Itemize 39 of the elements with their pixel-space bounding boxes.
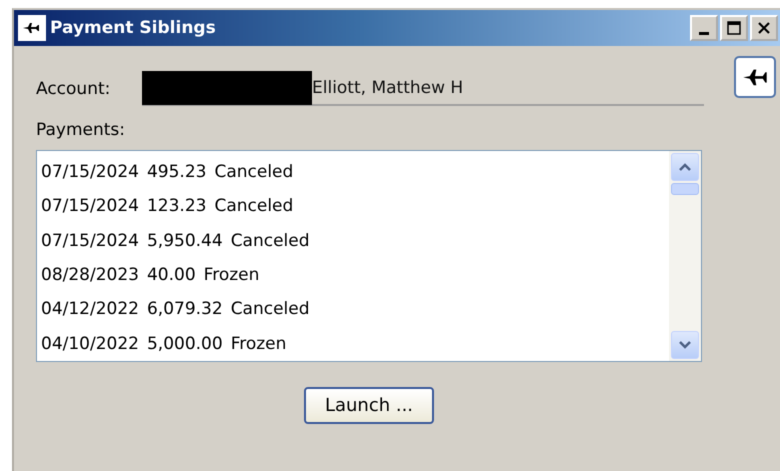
- plane-icon: [742, 66, 768, 88]
- scrollbar[interactable]: [669, 151, 701, 361]
- payment-date: 07/15/2024: [41, 196, 139, 216]
- payment-date: 08/28/2023: [41, 265, 139, 286]
- payment-date: 07/15/2024: [41, 162, 139, 182]
- payment-amount: 6,079.32: [146, 299, 223, 320]
- chevron-down-icon: [678, 340, 692, 350]
- payment-date: 07/15/2024: [41, 230, 139, 251]
- payment-amount: 5,950.44: [146, 230, 223, 251]
- payment-status: Canceled: [230, 299, 310, 320]
- launch-button[interactable]: Launch ...: [304, 387, 434, 424]
- payment-amount: 40.00: [146, 265, 196, 286]
- payment-status: Canceled: [230, 230, 310, 251]
- maximize-button[interactable]: [720, 15, 748, 41]
- minimize-button[interactable]: [690, 15, 718, 41]
- payment-date: 04/10/2022: [41, 334, 139, 354]
- payment-status: Canceled: [214, 196, 294, 216]
- plane-icon: [18, 15, 46, 41]
- payment-status: Frozen: [204, 265, 260, 286]
- account-label: Account:: [36, 79, 112, 99]
- payment-date: 04/12/2022: [41, 299, 139, 320]
- scroll-thumb[interactable]: [671, 183, 699, 195]
- minimize-icon: [699, 32, 709, 34]
- payments-label: Payments:: [36, 120, 126, 140]
- payment-amount: 495.23: [146, 162, 206, 182]
- payment-amount: 5,000.00: [146, 334, 223, 354]
- chevron-up-icon: [678, 162, 692, 172]
- payment-status: Frozen: [230, 334, 286, 354]
- close-icon: [757, 21, 771, 35]
- close-button[interactable]: [750, 15, 778, 41]
- payment-status: Canceled: [214, 162, 294, 182]
- window-title: Payment Siblings: [50, 18, 217, 38]
- payments-list[interactable]: 07/15/2024 495.23 Canceled 07/15/2024 123.23 Canceled 07/15/2024 5,950.44 Canceled 08/28/2023 40.00 Frozen 04/12/2022 6,079.32 Canceled 04/10/2022 5,000.00 Frozen: [36, 150, 702, 362]
- maximize-icon: [727, 21, 741, 35]
- scroll-down-button[interactable]: [671, 331, 699, 359]
- account-name: Elliott, Matthew H: [312, 78, 464, 98]
- scroll-up-button[interactable]: [671, 153, 699, 181]
- plane-button[interactable]: [734, 56, 776, 98]
- payment-amount: 123.23: [146, 196, 206, 216]
